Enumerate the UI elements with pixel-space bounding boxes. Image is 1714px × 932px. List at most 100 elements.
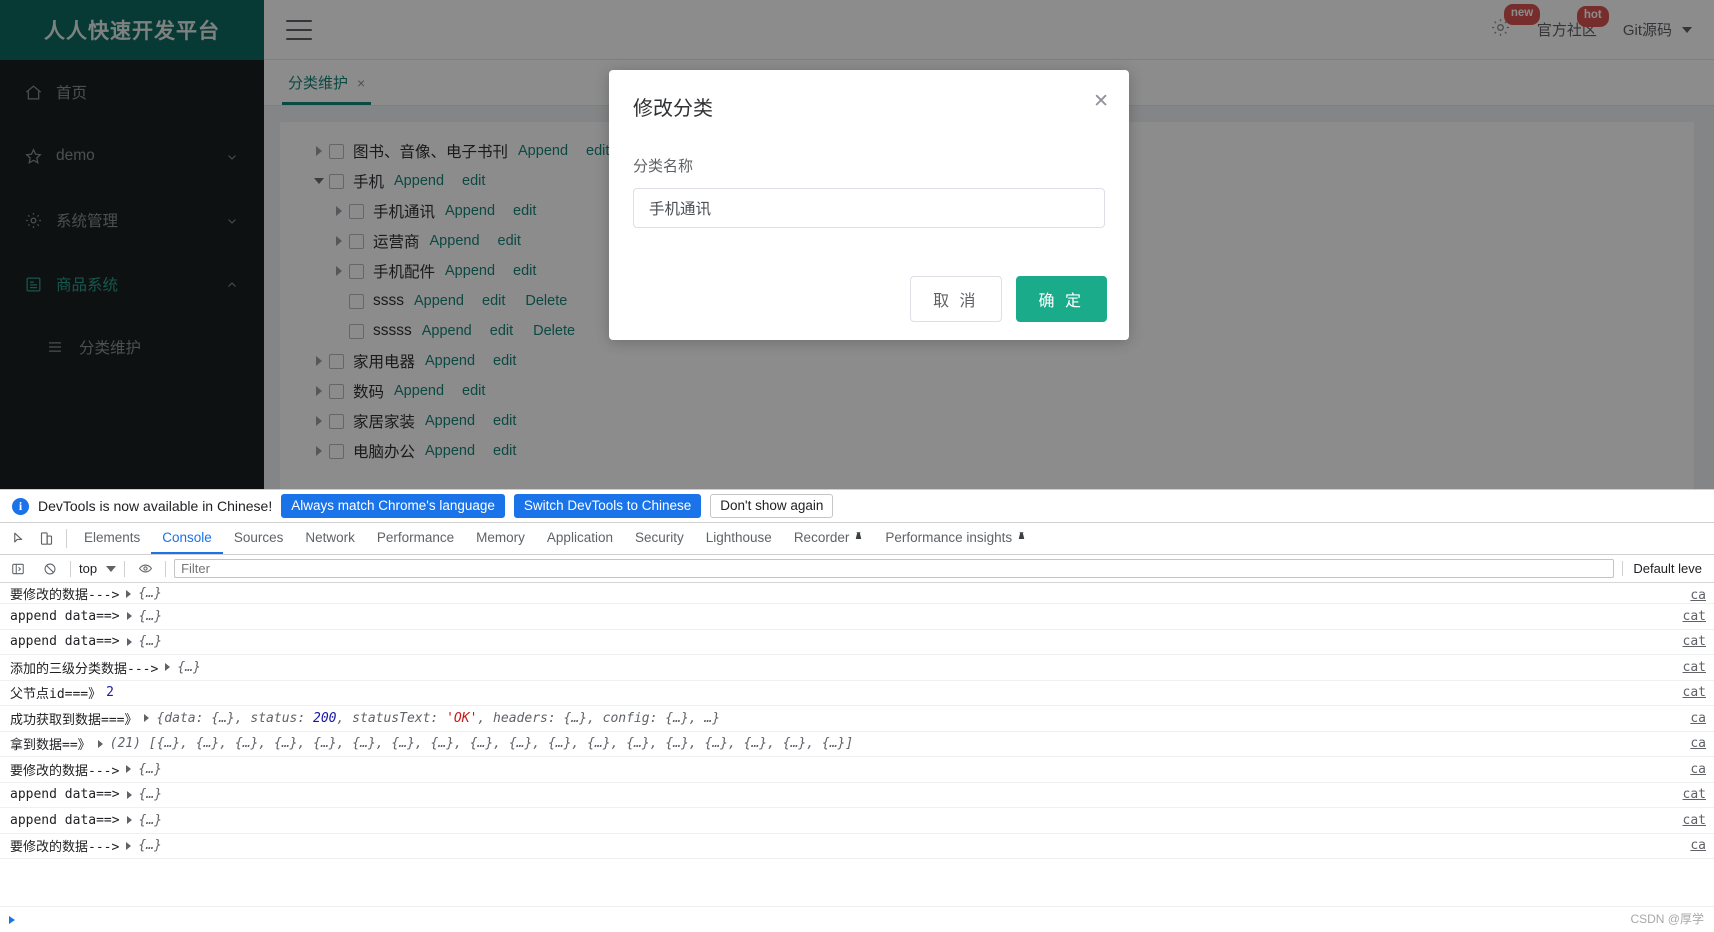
console-log-list[interactable]: 要修改的数据---> {…} ca append data==> {…} cat appen… [0, 584, 1714, 906]
console-log-row[interactable]: 添加的三级分类数据---> {…} cat [0, 655, 1714, 681]
disclosure-triangle-icon[interactable] [97, 739, 103, 748]
log-text: append data==> [10, 812, 120, 828]
log-object[interactable]: {…} [139, 634, 162, 649]
log-message: append data==> {…} [10, 634, 162, 649]
devtools-tab-sources[interactable]: Sources [223, 523, 295, 554]
log-text: append data==> [10, 608, 120, 624]
console-log-row[interactable]: append data==> {…} cat [0, 808, 1714, 834]
tab-label: Console [162, 530, 212, 545]
log-source-link[interactable]: cat [1669, 609, 1706, 624]
divider [70, 560, 71, 577]
array-count: (21) [109, 736, 149, 752]
category-name-label: 分类名称 [633, 158, 694, 175]
cancel-button[interactable]: 取 消 [910, 276, 1002, 322]
log-source-link[interactable]: ca [1676, 736, 1706, 751]
device-toolbar-icon[interactable] [32, 523, 60, 554]
devtools-tab-lighthouse[interactable]: Lighthouse [695, 523, 783, 554]
log-message: 父节点id===》 2 [10, 683, 114, 702]
console-log-row[interactable]: 拿到数据==》 (21) [{…}, {…}, {…}, {…}, {…}, {…… [0, 732, 1714, 757]
notice-text: DevTools is now available in Chinese! [38, 498, 273, 514]
disclosure-triangle-icon[interactable] [126, 637, 132, 646]
log-source-link[interactable]: cat [1669, 634, 1706, 649]
log-level-selector[interactable]: Default leve [1622, 561, 1708, 576]
log-text: 要修改的数据---> [10, 840, 120, 856]
log-text: append data==> [10, 787, 120, 803]
log-message: append data==> {…} [10, 813, 162, 828]
log-message: append data==> {…} [10, 787, 162, 802]
devtools-tab-network[interactable]: Network [294, 523, 366, 554]
devtools-tab-recorder[interactable]: Recorder [783, 523, 875, 554]
devtools-tab-performance-insights[interactable]: Performance insights [874, 523, 1037, 554]
resp-mid: , statusText: [336, 710, 447, 726]
always-match-language-button[interactable]: Always match Chrome's language [281, 494, 505, 518]
devtools-tab-application[interactable]: Application [536, 523, 624, 554]
log-number: 2 [106, 685, 114, 701]
log-message: 添加的三级分类数据---> {…} [10, 658, 201, 677]
log-object[interactable]: {…} [177, 660, 200, 675]
log-source-link[interactable]: ca [1676, 838, 1706, 853]
disclosure-triangle-icon[interactable] [126, 790, 132, 799]
category-name-input[interactable] [633, 188, 1105, 228]
clear-console-icon[interactable] [38, 562, 62, 576]
confirm-button[interactable]: 确 定 [1015, 276, 1107, 322]
console-filter-bar: top Default leve [0, 555, 1714, 583]
log-message: 要修改的数据---> {…} [10, 584, 162, 603]
devtools-tab-memory[interactable]: Memory [465, 523, 536, 554]
console-log-row[interactable]: 成功获取到数据===》 {data: {…}, status: 200, stat… [0, 706, 1714, 732]
log-source-link[interactable]: ca [1676, 588, 1706, 603]
inspect-icon[interactable] [4, 523, 32, 554]
console-log-row[interactable]: 要修改的数据---> {…} ca [0, 584, 1714, 604]
tab-label: Network [305, 530, 355, 545]
array-body: [{…}, {…}, {…}, {…}, {…}, {…}, {…}, {…},… [148, 736, 854, 752]
disclosure-triangle-icon[interactable] [126, 612, 132, 621]
tab-label: Lighthouse [705, 530, 772, 545]
log-array-object[interactable]: (21) [{…}, {…}, {…}, {…}, {…}, {…}, {…},… [110, 736, 854, 751]
log-object[interactable]: {…} [139, 813, 162, 828]
context-label: top [79, 561, 98, 576]
log-message: 成功获取到数据===》 {data: {…}, status: 200, stat… [10, 709, 720, 728]
tab-label: Sources [233, 530, 284, 545]
sidebar-toggle-icon[interactable] [6, 562, 30, 576]
console-log-row[interactable]: append data==> {…} cat [0, 604, 1714, 630]
disclosure-triangle-icon[interactable] [126, 589, 132, 598]
log-text: 成功获取到数据===》 [10, 712, 138, 728]
console-log-row[interactable]: append data==> {…} cat [0, 630, 1714, 655]
log-text: 拿到数据==》 [10, 738, 91, 754]
execution-context-selector[interactable]: top [79, 561, 117, 576]
console-log-row[interactable]: 父节点id===》 2 cat [0, 681, 1714, 706]
switch-to-chinese-button[interactable]: Switch DevTools to Chinese [513, 494, 702, 518]
devtools-tab-console[interactable]: Console [151, 523, 223, 554]
log-source-link[interactable]: ca [1676, 711, 1706, 726]
log-object[interactable]: {…} [138, 586, 161, 601]
devtools-tab-performance[interactable]: Performance [366, 523, 465, 554]
console-filter-input[interactable] [174, 559, 1615, 578]
log-object[interactable]: {…} [139, 609, 162, 624]
disclosure-triangle-icon[interactable] [126, 841, 132, 850]
resp-status: 200 [313, 710, 337, 726]
log-object[interactable]: {…} [138, 762, 161, 777]
close-icon[interactable]: ✕ [1093, 92, 1109, 111]
dont-show-again-button[interactable]: Don't show again [710, 494, 834, 518]
log-source-link[interactable]: ca [1676, 762, 1706, 777]
disclosure-triangle-icon[interactable] [126, 765, 132, 774]
edit-category-dialog: 修改分类 ✕ 分类名称 取 消 确 定 [609, 70, 1129, 340]
tab-label: Elements [84, 530, 141, 545]
console-log-row[interactable]: append data==> {…} cat [0, 783, 1714, 808]
log-object[interactable]: {…} [138, 838, 161, 853]
resp-status-text: 'OK' [446, 710, 478, 726]
console-log-row[interactable]: 要修改的数据---> {…} ca [0, 834, 1714, 859]
log-source-link[interactable]: cat [1669, 813, 1706, 828]
devtools-tab-security[interactable]: Security [624, 523, 695, 554]
console-prompt[interactable] [0, 906, 1714, 932]
log-object[interactable]: {…} [139, 787, 162, 802]
log-source-link[interactable]: cat [1669, 787, 1706, 802]
disclosure-triangle-icon[interactable] [144, 714, 150, 723]
eye-icon[interactable] [133, 561, 157, 576]
disclosure-triangle-icon[interactable] [165, 663, 171, 672]
disclosure-triangle-icon[interactable] [126, 816, 132, 825]
log-source-link[interactable]: cat [1669, 660, 1706, 675]
log-response-object[interactable]: {data: {…}, status: 200, statusText: 'OK… [156, 711, 720, 726]
log-source-link[interactable]: cat [1669, 685, 1706, 700]
devtools-tab-elements[interactable]: Elements [73, 523, 151, 554]
console-log-row[interactable]: 要修改的数据---> {…} ca [0, 757, 1714, 783]
